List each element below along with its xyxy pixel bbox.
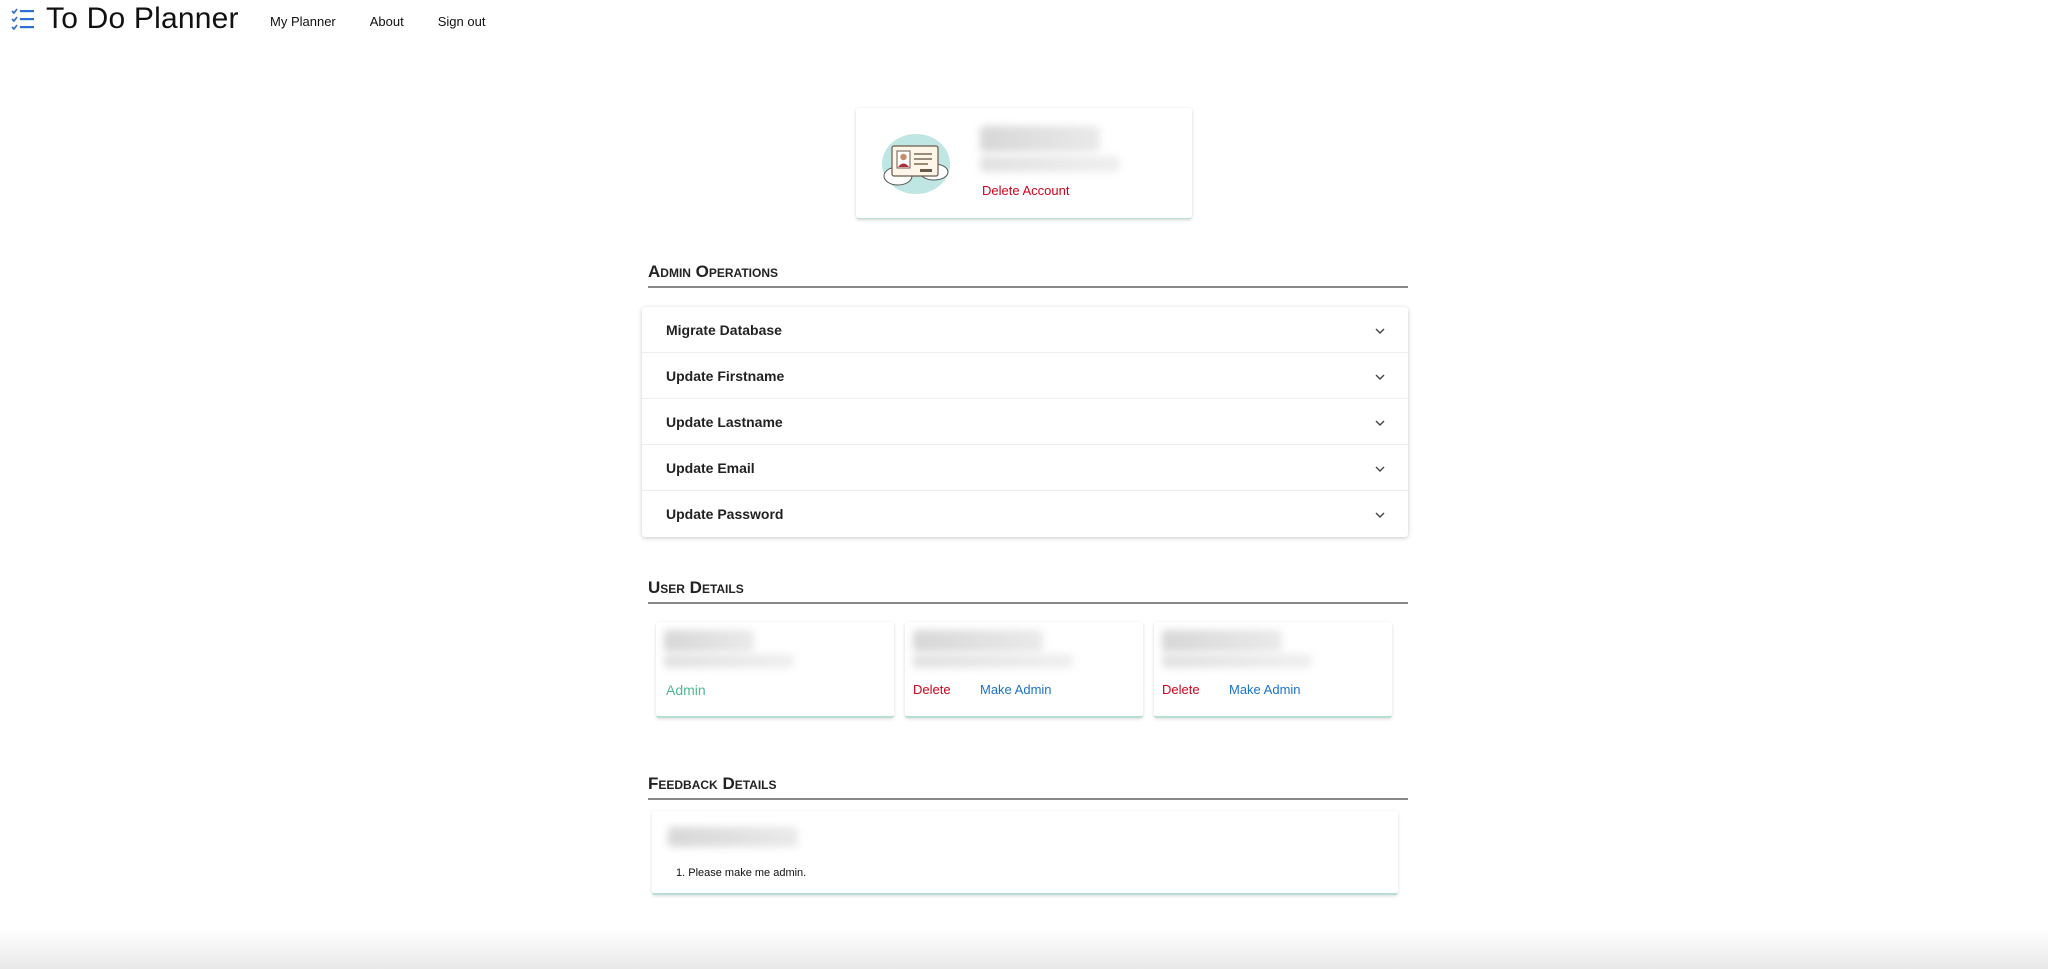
accordion-update-lastname[interactable]: Update Lastname — [642, 399, 1408, 445]
nav-sign-out[interactable]: Sign out — [438, 14, 486, 29]
profile-card: Delete Account — [856, 108, 1192, 219]
accordion-label: Update Password — [666, 506, 784, 522]
profile-email-redacted — [980, 156, 1120, 172]
feedback-details-heading: Feedback Details — [648, 774, 1408, 800]
user-card: Admin — [656, 622, 894, 718]
admin-operations-accordion: Migrate Database Update Firstname Update… — [642, 307, 1408, 537]
accordion-update-firstname[interactable]: Update Firstname — [642, 353, 1408, 399]
top-navigation-bar: To Do Planner My Planner About Sign out — [0, 0, 2048, 44]
chevron-down-icon — [1375, 420, 1385, 426]
chevron-down-icon — [1375, 328, 1385, 334]
delete-user-button[interactable]: Delete — [1162, 682, 1200, 697]
accordion-label: Update Lastname — [666, 414, 783, 430]
admin-operations-heading: Admin Operations — [648, 262, 1408, 288]
chevron-down-icon — [1375, 512, 1385, 518]
make-admin-button[interactable]: Make Admin — [1229, 682, 1301, 697]
accordion-migrate-database[interactable]: Migrate Database — [642, 307, 1408, 353]
make-admin-button[interactable]: Make Admin — [980, 682, 1052, 697]
accordion-label: Migrate Database — [666, 322, 782, 338]
admin-status-label: Admin — [666, 682, 706, 698]
accordion-update-password[interactable]: Update Password — [642, 491, 1408, 537]
feedback-author-redacted — [668, 827, 798, 847]
profile-name-redacted — [980, 126, 1100, 152]
accordion-update-email[interactable]: Update Email — [642, 445, 1408, 491]
main-nav: My Planner About Sign out — [270, 14, 519, 29]
brand[interactable]: To Do Planner — [10, 2, 239, 36]
accordion-label: Update Firstname — [666, 368, 785, 384]
user-name-redacted — [664, 630, 754, 652]
feedback-card: 1. Please make me admin. — [652, 811, 1398, 895]
nav-about[interactable]: About — [370, 14, 404, 29]
id-card-cloud-icon — [882, 134, 950, 194]
user-email-redacted — [664, 654, 794, 668]
feedback-item: 1. Please make me admin. — [676, 867, 807, 879]
chevron-down-icon — [1375, 374, 1385, 380]
delete-user-button[interactable]: Delete — [913, 682, 951, 697]
accordion-label: Update Email — [666, 460, 755, 476]
user-card: Delete Make Admin — [905, 622, 1143, 718]
user-details-heading: User Details — [648, 578, 1408, 604]
user-name-redacted — [1162, 630, 1282, 652]
chevron-down-icon — [1375, 466, 1385, 472]
user-card: Delete Make Admin — [1154, 622, 1392, 718]
checklist-icon — [11, 8, 34, 31]
app-title: To Do Planner — [46, 2, 239, 35]
delete-account-button[interactable]: Delete Account — [982, 183, 1069, 198]
user-name-redacted — [913, 630, 1043, 652]
nav-my-planner[interactable]: My Planner — [270, 14, 336, 29]
user-email-redacted — [1162, 654, 1312, 668]
user-email-redacted — [913, 654, 1073, 668]
footer-shadow — [0, 929, 2048, 969]
feedback-list: 1. Please make me admin. — [676, 867, 806, 879]
